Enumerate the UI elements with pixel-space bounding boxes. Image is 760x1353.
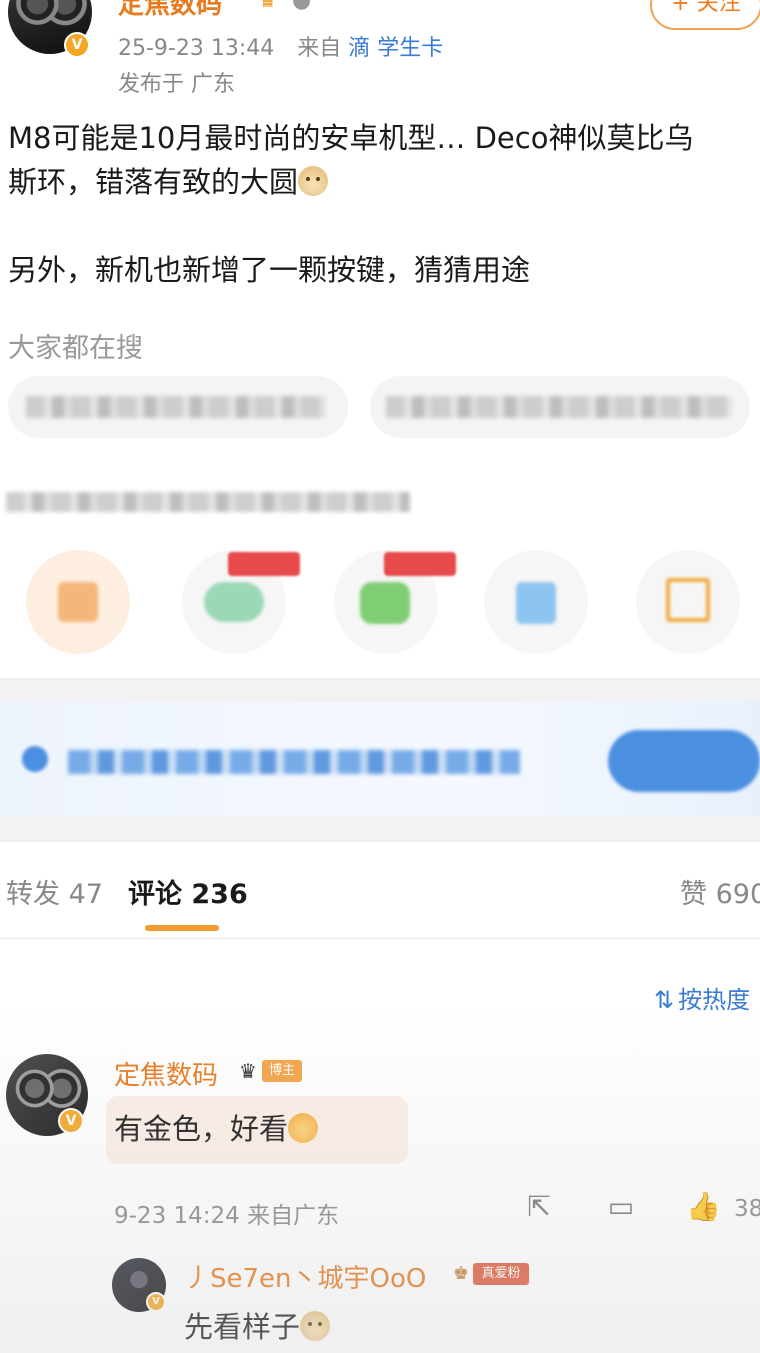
doge-emoji-icon <box>300 1311 331 1341</box>
post-timestamp: 25-9-23 13:44 <box>118 36 275 61</box>
post-meta: 25-9-23 13:44 来自 滴 学生卡 <box>118 30 443 62</box>
share-icon[interactable]: ⇱ <box>522 1190 556 1224</box>
blurred-search-term <box>26 396 326 418</box>
verified-v-icon: V <box>64 32 90 58</box>
tabs-divider <box>0 938 760 939</box>
post-text-line: M8可能是10月最时尚的安卓机型… Deco神似莫比乌 <box>8 121 694 155</box>
moments-icon <box>360 582 410 624</box>
reply-text: 先看样子 <box>184 1304 331 1346</box>
promo-icon <box>22 746 48 772</box>
source-prefix: 来自 <box>297 36 342 61</box>
sort-label: 按热度 <box>678 986 751 1014</box>
sort-by-hot-button[interactable]: ⇅ 按热度 <box>654 980 750 1015</box>
post-text-line: 斯环，错落有致的大圆 <box>8 165 299 199</box>
tab-comments[interactable]: 评论 236 <box>128 872 248 911</box>
doge-emoji-icon <box>298 166 329 196</box>
bottom-shade-overlay <box>0 1000 760 1353</box>
blurred-promo-text <box>68 750 520 774</box>
reward-icon <box>58 582 98 622</box>
section-divider <box>0 816 760 842</box>
blurred-search-term <box>386 396 732 418</box>
yum-emoji-icon <box>288 1113 319 1143</box>
tab-likes[interactable]: 赞 690 <box>680 872 760 911</box>
fan-crown-icon: ♚ <box>452 1263 470 1284</box>
author-badge: 博主 <box>262 1060 302 1082</box>
post-source-link[interactable]: 滴 学生卡 <box>348 36 443 61</box>
wechat-icon <box>204 582 264 622</box>
promo-action-button[interactable] <box>608 730 760 792</box>
comment-meta: 9-23 14:24 来自广东 <box>114 1203 340 1229</box>
panda-icon: ● <box>292 0 312 13</box>
qq-icon <box>516 582 556 624</box>
verified-v-icon: V <box>146 1292 166 1312</box>
active-tab-indicator <box>145 925 219 931</box>
vip-medal-icon: ♛ <box>258 0 278 13</box>
comment-text: 有金色，好看 <box>114 1106 319 1148</box>
sort-icon: ⇅ <box>654 986 675 1014</box>
author-name[interactable]: 定焦数码 <box>118 0 222 21</box>
save-image-icon <box>666 578 710 622</box>
comment-author[interactable]: 定焦数码 <box>114 1055 218 1092</box>
post-text-line: 另外，新机也新增了一颗按键，猜猜用途 <box>8 253 531 287</box>
fan-badge: 真爱粉 <box>473 1263 529 1285</box>
post-body: M8可能是10月最时尚的安卓机型… Deco神似莫比乌 斯环，错落有致的大圆 另… <box>8 116 760 292</box>
crown-icon: ♛ <box>239 1059 257 1083</box>
follow-button[interactable]: + 关注 <box>650 0 760 30</box>
section-divider <box>0 678 760 702</box>
badge-tag <box>384 552 456 576</box>
comment-icon[interactable]: ▭ <box>604 1190 638 1224</box>
tab-repost[interactable]: 转发 47 <box>6 872 103 911</box>
badge-tag <box>228 552 300 576</box>
verified-v-icon: V <box>58 1108 84 1134</box>
post-location: 发布于 广东 <box>118 72 235 97</box>
like-count: 38 <box>734 1196 760 1222</box>
blurred-recommendation <box>6 492 410 512</box>
search-section-title: 大家都在搜 <box>8 333 143 364</box>
like-icon[interactable]: 👍 <box>686 1190 721 1224</box>
reply-author[interactable]: 丿Se7en丶城宇OoO <box>184 1258 426 1295</box>
